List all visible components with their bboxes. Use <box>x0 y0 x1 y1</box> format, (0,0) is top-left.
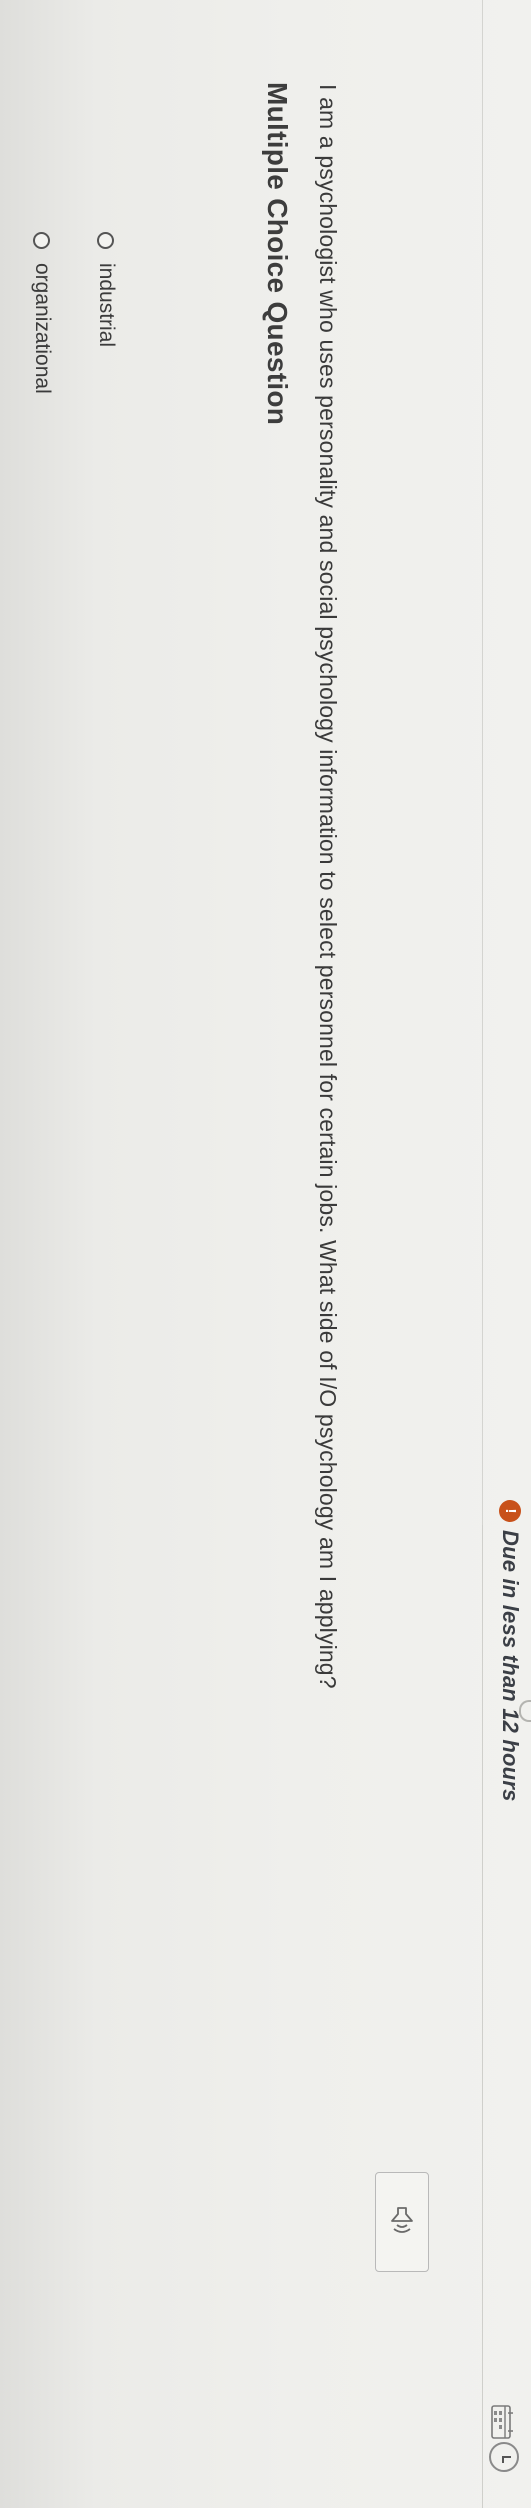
radio-button[interactable] <box>97 232 115 249</box>
option-label[interactable]: organizational <box>30 263 54 394</box>
speaker-icon <box>391 2207 413 2233</box>
calendar-icon[interactable] <box>491 2405 513 2439</box>
read-aloud-button[interactable] <box>375 2172 429 2272</box>
header-divider <box>482 1525 483 2508</box>
screen: ! Due in less than 12 hours Multiple Cho… <box>0 0 531 2508</box>
option-organizational[interactable]: organizational <box>25 232 59 394</box>
due-text: Due in less than 12 hours <box>498 1530 523 1802</box>
clock-icon[interactable] <box>489 2442 519 2472</box>
question-text: I am a psychologist who uses personality… <box>315 84 341 1689</box>
option-label[interactable]: industrial <box>94 263 118 347</box>
radio-button[interactable] <box>33 232 51 249</box>
answer-options: industrial organizational <box>0 232 123 394</box>
option-industrial[interactable]: industrial <box>89 232 123 394</box>
question-type-title: Multiple Choice Question <box>262 82 293 426</box>
due-notice: ! Due in less than 12 hours <box>497 1500 523 1802</box>
alert-icon: ! <box>499 1500 521 1522</box>
photo-page: ! Due in less than 12 hours Multiple Cho… <box>0 0 531 2508</box>
